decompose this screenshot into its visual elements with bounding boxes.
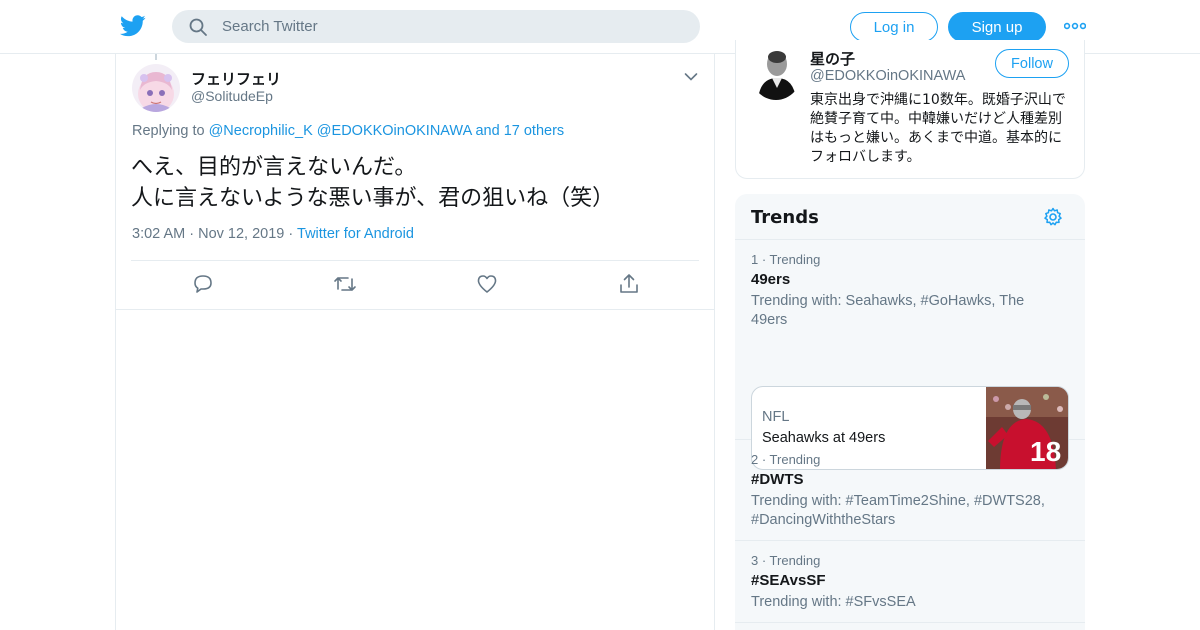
tweet-column: フェリフェリ @SolitudeEp Replying to @Necrophi…	[115, 54, 715, 630]
tweet-actions-bar	[116, 272, 716, 298]
replying-to-others-link[interactable]: and 17 others	[475, 123, 564, 139]
tweet-date[interactable]: Nov 12, 2019	[198, 226, 284, 242]
profile-bio: 東京出身で沖縄に10数年。既婚子沢山で絶賛子育て中。中韓嫌いだけど人種差別はもっ…	[810, 92, 1066, 165]
trend-item[interactable]: 1 · Trending 49ers Trending with: Seahaw…	[735, 240, 1085, 470]
replying-to-prefix: Replying to	[132, 123, 205, 139]
tweet-metadata: 3:02 AM · Nov 12, 2019 · Twitter for And…	[132, 226, 414, 242]
profile-card: 星の子 @EDOKKOinOKINAWA Follow 東京出身で沖縄に10数年…	[735, 40, 1085, 179]
trend-context: Trending with: #SFvsSEA	[751, 594, 916, 610]
replying-to-line: Replying to @Necrophilic_K @EDOKKOinOKIN…	[132, 123, 564, 139]
trend-rank: 2 · Trending	[751, 452, 821, 467]
profile-avatar[interactable]	[750, 44, 802, 100]
chevron-down-icon[interactable]	[684, 72, 698, 82]
retweet-icon	[334, 277, 356, 291]
trend-name[interactable]: #DWTS	[751, 471, 804, 488]
search-bar[interactable]	[172, 10, 700, 43]
retweet-button[interactable]	[333, 272, 357, 296]
trend-rank: 3 · Trending	[751, 553, 821, 568]
trend-item[interactable]: 3 · Trending #SEAvsSF Trending with: #SF…	[735, 541, 1085, 623]
reply-button[interactable]	[191, 272, 215, 296]
replying-to-user-link[interactable]: @EDOKKOinOKINAWA	[317, 123, 472, 139]
tweet-author-avatar[interactable]	[132, 64, 180, 112]
meta-separator: ·	[288, 226, 294, 242]
trends-panel: Trends 1 · Trending 49ers Trending with:…	[735, 194, 1085, 630]
tweet-author-name[interactable]: フェリフェリ	[191, 68, 281, 89]
trend-context: Trending with: Seahawks, #GoHawks, The 4…	[751, 293, 1025, 328]
trends-title: Trends	[751, 207, 819, 228]
profile-handle[interactable]: @EDOKKOinOKINAWA	[810, 68, 965, 84]
like-button[interactable]	[475, 272, 499, 296]
search-icon	[189, 18, 207, 36]
tweet-author-handle[interactable]: @SolitudeEp	[191, 88, 273, 104]
share-icon	[620, 274, 638, 293]
twitter-bird-logo-icon[interactable]	[120, 14, 146, 38]
news-category: NFL	[762, 409, 790, 425]
meta-separator: ·	[189, 226, 195, 242]
trend-name[interactable]: #SEAvsSF	[751, 572, 825, 589]
tweet-time[interactable]: 3:02 AM	[132, 226, 185, 242]
like-icon	[477, 275, 497, 293]
profile-photo-image	[750, 44, 802, 100]
profile-name[interactable]: 星の子	[810, 48, 855, 69]
anime-avatar-image	[132, 64, 180, 112]
trend-name[interactable]: 49ers	[751, 271, 790, 288]
replying-to-user-link[interactable]: @Necrophilic_K	[209, 123, 313, 139]
divider	[116, 309, 714, 310]
gear-icon[interactable]	[1043, 207, 1063, 227]
search-input[interactable]	[222, 18, 662, 35]
trends-header: Trends	[735, 194, 1085, 240]
tweet-text: へえ、目的が言えないんだ。 人に言えないような悪い事が、君の狙いね（笑）	[131, 155, 615, 211]
trend-item[interactable]: 2 · Trending #DWTS Trending with: #TeamT…	[735, 440, 1085, 541]
more-options-icon[interactable]	[1064, 18, 1086, 34]
log-in-button[interactable]: Log in	[850, 12, 938, 42]
thread-connector-line	[155, 54, 157, 60]
share-button[interactable]	[617, 272, 641, 296]
reply-icon	[194, 275, 212, 293]
follow-button[interactable]: Follow	[995, 49, 1069, 78]
trend-context: Trending with: #TeamTime2Shine, #DWTS28,…	[751, 493, 1045, 528]
sign-up-button[interactable]: Sign up	[948, 12, 1046, 42]
tweet-source-link[interactable]: Twitter for Android	[297, 226, 414, 242]
trend-rank: 1 · Trending	[751, 252, 821, 267]
divider	[131, 260, 699, 261]
